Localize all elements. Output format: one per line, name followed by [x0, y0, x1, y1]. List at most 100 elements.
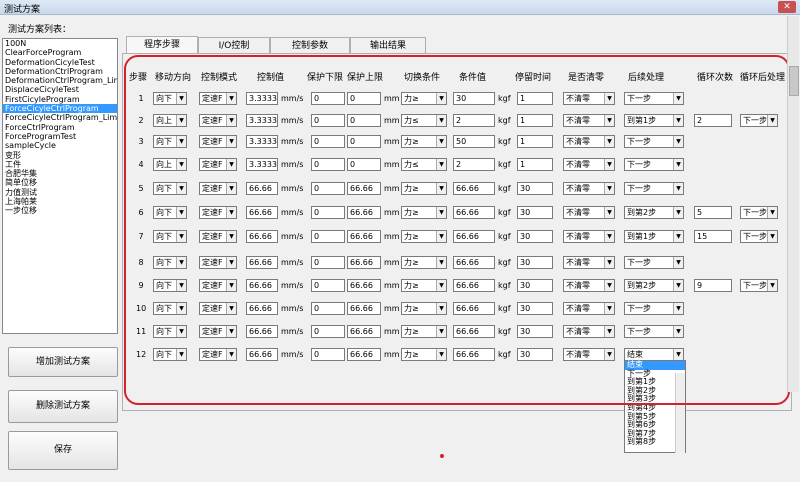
protect-high-input[interactable]: 66.66 [347, 182, 381, 195]
close-button[interactable]: ✕ [778, 1, 796, 13]
chevron-down-icon[interactable]: ▼ [673, 183, 683, 194]
mode-select[interactable]: 定速F ▼ [199, 325, 237, 338]
mode-select[interactable]: 定速F ▼ [199, 348, 237, 361]
protect-high-input[interactable]: 66.66 [347, 325, 381, 338]
protect-low-input[interactable]: 0 [311, 302, 345, 315]
protect-high-input[interactable]: 66.66 [347, 348, 381, 361]
switch-condition-select[interactable]: 力≥ ▼ [401, 325, 447, 338]
chevron-down-icon[interactable]: ▼ [226, 207, 236, 218]
program-list[interactable]: 100N ClearForceProgram DeformationCicyleTe… [2, 38, 118, 334]
switch-condition-select[interactable]: 力≥ ▼ [401, 256, 447, 269]
protect-low-input[interactable]: 0 [311, 92, 345, 105]
chevron-down-icon[interactable]: ▼ [604, 257, 614, 268]
chevron-down-icon[interactable]: ▼ [226, 303, 236, 314]
control-value-input[interactable]: 3.33333 [246, 114, 278, 127]
after-loop-select[interactable]: 下一步 ▼ [740, 230, 778, 243]
chevron-down-icon[interactable]: ▼ [604, 115, 614, 126]
condition-value-input[interactable]: 2 [453, 114, 495, 127]
program-list-item[interactable]: DeformationCicyleTest [3, 58, 117, 67]
protect-low-input[interactable]: 0 [311, 325, 345, 338]
chevron-down-icon[interactable]: ▼ [436, 183, 446, 194]
chevron-down-icon[interactable]: ▼ [673, 93, 683, 104]
direction-select[interactable]: 向下 ▼ [153, 256, 187, 269]
chevron-down-icon[interactable]: ▼ [767, 115, 777, 126]
protect-high-input[interactable]: 0 [347, 92, 381, 105]
chevron-down-icon[interactable]: ▼ [226, 231, 236, 242]
switch-condition-select[interactable]: 力≥ ▼ [401, 135, 447, 148]
mode-select[interactable]: 定速F ▼ [199, 279, 237, 292]
dwell-time-input[interactable]: 30 [517, 348, 553, 361]
chevron-down-icon[interactable]: ▼ [673, 257, 683, 268]
protect-high-input[interactable]: 0 [347, 114, 381, 127]
clear-select[interactable]: 不清零 ▼ [563, 325, 615, 338]
mode-select[interactable]: 定速F ▼ [199, 256, 237, 269]
add-program-button[interactable]: 增加测试方案 [8, 347, 118, 377]
condition-value-input[interactable]: 50 [453, 135, 495, 148]
condition-value-input[interactable]: 66.66 [453, 182, 495, 195]
condition-value-input[interactable]: 66.66 [453, 230, 495, 243]
chevron-down-icon[interactable]: ▼ [436, 93, 446, 104]
protect-low-input[interactable]: 0 [311, 206, 345, 219]
chevron-down-icon[interactable]: ▼ [673, 303, 683, 314]
condition-value-input[interactable]: 66.66 [453, 302, 495, 315]
chevron-down-icon[interactable]: ▼ [176, 93, 186, 104]
chevron-down-icon[interactable]: ▼ [673, 280, 683, 291]
chevron-down-icon[interactable]: ▼ [767, 280, 777, 291]
chevron-down-icon[interactable]: ▼ [673, 326, 683, 337]
program-list-item[interactable]: 工件 [3, 160, 117, 169]
dwell-time-input[interactable]: 1 [517, 92, 553, 105]
clear-select[interactable]: 不清零 ▼ [563, 182, 615, 195]
program-list-item[interactable]: DisplaceCicyleTest [3, 85, 117, 94]
dwell-time-input[interactable]: 30 [517, 256, 553, 269]
chevron-down-icon[interactable]: ▼ [176, 303, 186, 314]
program-list-item[interactable]: sampleCycle [3, 141, 117, 150]
chevron-down-icon[interactable]: ▼ [226, 183, 236, 194]
direction-select[interactable]: 向下 ▼ [153, 135, 187, 148]
protect-high-input[interactable]: 0 [347, 135, 381, 148]
chevron-down-icon[interactable]: ▼ [176, 257, 186, 268]
chevron-down-icon[interactable]: ▼ [226, 280, 236, 291]
tab-control-params[interactable]: 控制参数 [270, 37, 350, 53]
protect-high-input[interactable]: 66.66 [347, 256, 381, 269]
chevron-down-icon[interactable]: ▼ [436, 159, 446, 170]
chevron-down-icon[interactable]: ▼ [604, 183, 614, 194]
chevron-down-icon[interactable]: ▼ [436, 349, 446, 360]
chevron-down-icon[interactable]: ▼ [673, 349, 683, 360]
condition-value-input[interactable]: 66.66 [453, 325, 495, 338]
switch-condition-select[interactable]: 力≤ ▼ [401, 114, 447, 127]
after-loop-select[interactable]: 下一步 ▼ [740, 114, 778, 127]
next-action-select[interactable]: 到第2步 ▼ [624, 279, 684, 292]
chevron-down-icon[interactable]: ▼ [604, 159, 614, 170]
dwell-time-input[interactable]: 1 [517, 135, 553, 148]
protect-low-input[interactable]: 0 [311, 182, 345, 195]
next-action-select[interactable]: 下一步 ▼ [624, 302, 684, 315]
direction-select[interactable]: 向下 ▼ [153, 182, 187, 195]
clear-select[interactable]: 不清零 ▼ [563, 114, 615, 127]
chevron-down-icon[interactable]: ▼ [176, 207, 186, 218]
protect-low-input[interactable]: 0 [311, 348, 345, 361]
chevron-down-icon[interactable]: ▼ [604, 303, 614, 314]
clear-select[interactable]: 不清零 ▼ [563, 348, 615, 361]
dropdown-scrollbar[interactable] [675, 373, 685, 453]
control-value-input[interactable]: 3.33333 [246, 135, 278, 148]
control-value-input[interactable]: 66.66 [246, 256, 278, 269]
next-action-select[interactable]: 下一步 ▼ [624, 158, 684, 171]
control-value-input[interactable]: 66.66 [246, 279, 278, 292]
chevron-down-icon[interactable]: ▼ [436, 257, 446, 268]
clear-select[interactable]: 不清零 ▼ [563, 256, 615, 269]
control-value-input[interactable]: 3.33333 [246, 158, 278, 171]
program-list-item[interactable]: 上海帕莱 [3, 197, 117, 206]
chevron-down-icon[interactable]: ▼ [176, 280, 186, 291]
program-list-item[interactable]: 一步位移 [3, 206, 117, 215]
panel-scrollbar[interactable] [787, 16, 799, 392]
direction-select[interactable]: 向下 ▼ [153, 230, 187, 243]
next-action-select[interactable]: 下一步 ▼ [624, 256, 684, 269]
protect-low-input[interactable]: 0 [311, 279, 345, 292]
after-loop-select[interactable]: 下一步 ▼ [740, 206, 778, 219]
condition-value-input[interactable]: 66.66 [453, 256, 495, 269]
program-list-item[interactable]: ForceCtrlProgram [3, 123, 117, 132]
protect-high-input[interactable]: 66.66 [347, 279, 381, 292]
program-list-item[interactable]: 合肥华集 [3, 169, 117, 178]
chevron-down-icon[interactable]: ▼ [436, 231, 446, 242]
program-list-item[interactable]: 100N [3, 39, 117, 48]
